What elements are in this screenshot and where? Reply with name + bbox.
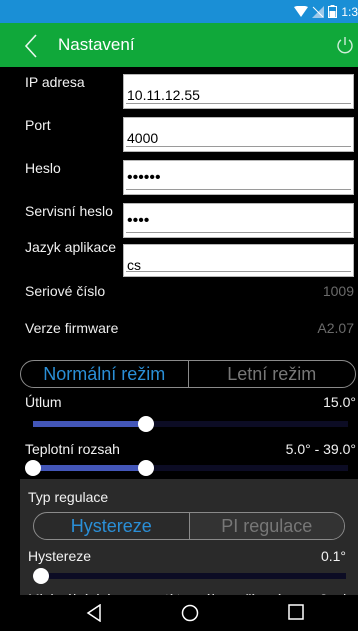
app-bar: Nastavení bbox=[0, 23, 358, 67]
status-bar: 1:3 bbox=[0, 0, 358, 23]
status-time: 1:3 bbox=[341, 4, 358, 19]
firmware-label: Verze firmware bbox=[25, 320, 119, 336]
serial-number-value: 1009 bbox=[322, 283, 354, 299]
regulation-segmented-control: Hystereze PI regulace bbox=[33, 512, 345, 540]
attenuation-value: 15.0° bbox=[323, 394, 356, 410]
hysteresis-value: 0.1° bbox=[320, 548, 346, 564]
password-input[interactable]: •••••• bbox=[123, 160, 354, 195]
language-label: Jazyk aplikace bbox=[25, 239, 117, 255]
summer-mode-option[interactable]: Letní režim bbox=[187, 361, 356, 387]
ip-address-value: 10.11.12.55 bbox=[127, 87, 200, 103]
back-triangle-icon[interactable] bbox=[86, 604, 102, 622]
status-icons: 1:3 bbox=[294, 4, 358, 19]
ip-address-input[interactable]: 10.11.12.55 bbox=[123, 74, 354, 109]
wifi-icon bbox=[294, 6, 309, 17]
firmware-value: A2.07 bbox=[317, 320, 354, 336]
page-title: Nastavení bbox=[58, 35, 135, 54]
normal-mode-option[interactable]: Normální režim bbox=[21, 361, 188, 387]
password-value: •••••• bbox=[127, 169, 161, 186]
temp-range-fill bbox=[33, 465, 147, 471]
service-password-label: Servisní heslo bbox=[25, 203, 113, 219]
language-row: Jazyk aplikace cs bbox=[0, 233, 358, 277]
temp-range-high-thumb[interactable] bbox=[138, 460, 155, 476]
navigation-bar bbox=[0, 595, 358, 631]
temp-range-low-thumb[interactable] bbox=[25, 460, 41, 476]
battery-icon bbox=[328, 5, 338, 18]
home-circle-icon[interactable] bbox=[181, 604, 199, 622]
language-input[interactable]: cs bbox=[123, 244, 354, 277]
ip-address-label: IP adresa bbox=[25, 74, 85, 90]
hysteresis-track[interactable] bbox=[33, 573, 346, 579]
attenuation-label: Útlum bbox=[25, 394, 62, 410]
regulation-type-label: Typ regulace bbox=[28, 489, 109, 505]
attenuation-fill bbox=[33, 421, 147, 427]
recents-square-icon[interactable] bbox=[288, 604, 304, 620]
port-value: 4000 bbox=[127, 130, 159, 146]
port-label: Port bbox=[25, 117, 51, 133]
pi-regulation-option[interactable]: PI regulace bbox=[188, 513, 344, 539]
hysteresis-thumb[interactable] bbox=[33, 568, 49, 584]
serial-number-row: Seriové číslo 1009 bbox=[0, 276, 358, 306]
firmware-row: Verze firmware A2.07 bbox=[0, 313, 358, 343]
attenuation-thumb[interactable] bbox=[138, 416, 155, 432]
service-password-value: •••• bbox=[127, 212, 150, 229]
port-input[interactable]: 4000 bbox=[123, 117, 354, 152]
back-chevron-icon[interactable] bbox=[22, 33, 44, 59]
signal-off-icon bbox=[312, 5, 325, 18]
serial-number-label: Seriové číslo bbox=[25, 283, 106, 299]
mode-segmented-control: Normální režim Letní režim bbox=[20, 360, 356, 388]
hysteresis-label: Hystereze bbox=[28, 548, 92, 564]
port-row: Port 4000 bbox=[0, 111, 358, 153]
temp-range-value: 5.0° - 39.0° bbox=[285, 441, 356, 457]
password-row: Heslo •••••• bbox=[0, 154, 358, 196]
regulation-panel: Typ regulace Hystereze PI regulace Hyste… bbox=[20, 479, 358, 607]
temp-range-label: Teplotní rozsah bbox=[25, 441, 120, 457]
hysteresis-option[interactable]: Hystereze bbox=[34, 513, 189, 539]
password-label: Heslo bbox=[25, 160, 61, 176]
power-icon[interactable] bbox=[336, 36, 354, 54]
ip-address-row: IP adresa 10.11.12.55 bbox=[0, 68, 358, 110]
